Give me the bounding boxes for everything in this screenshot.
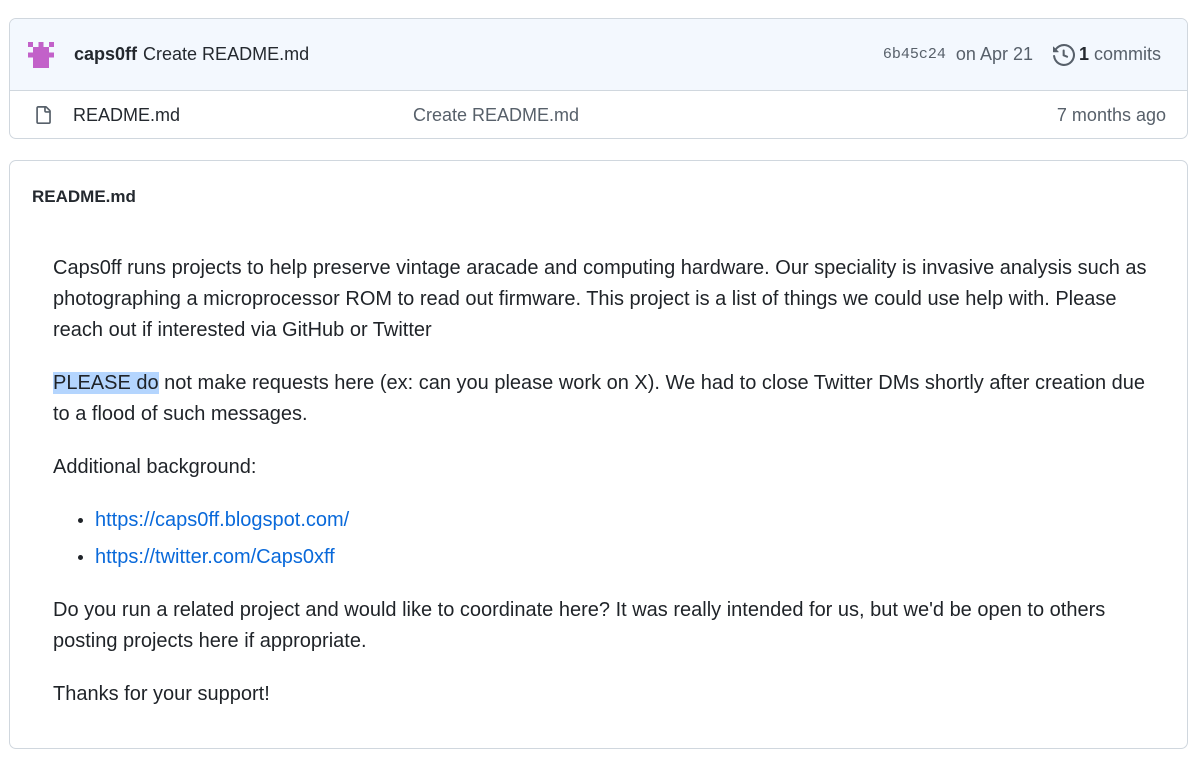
commits-label: commits xyxy=(1094,44,1161,64)
readme-body: Caps0ff runs projects to help preserve v… xyxy=(53,253,1163,732)
thanks-paragraph: Thanks for your support! xyxy=(53,683,270,705)
commit-count: 1 xyxy=(1078,44,1089,64)
file-row: README.md Create README.md 7 months ago xyxy=(10,91,1187,138)
list-item: https://twitter.com/Caps0xff xyxy=(95,542,1163,573)
commit-history-link[interactable]: 1 commits xyxy=(1052,43,1161,66)
background-label: Additional background: xyxy=(53,456,257,478)
twitter-link[interactable]: https://twitter.com/Caps0xff xyxy=(95,546,335,568)
commit-author-link[interactable]: caps0ff xyxy=(74,44,137,65)
please-paragraph-rest: not make requests here (ex: can you plea… xyxy=(53,372,1146,425)
background-links-list: https://caps0ff.blogspot.com/ https://tw… xyxy=(95,505,1163,573)
blog-link[interactable]: https://caps0ff.blogspot.com/ xyxy=(95,509,349,531)
file-commit-message-link[interactable]: Create README.md xyxy=(413,105,579,126)
coordinate-paragraph: Do you run a related project and would l… xyxy=(53,599,1106,652)
readme-title: README.md xyxy=(32,187,136,206)
file-browser: caps0ff Create README.md 6b45c24 on Apr … xyxy=(9,18,1188,139)
history-icon xyxy=(1052,43,1075,66)
list-item: https://caps0ff.blogspot.com/ xyxy=(95,505,1163,536)
selected-text: PLEASE do xyxy=(53,372,159,394)
commit-message-link[interactable]: Create README.md xyxy=(143,44,309,65)
latest-commit-bar: caps0ff Create README.md 6b45c24 on Apr … xyxy=(10,19,1187,91)
file-age: 7 months ago xyxy=(1056,104,1166,125)
avatar[interactable] xyxy=(28,41,54,68)
commit-sha-link[interactable]: 6b45c24 xyxy=(883,46,946,63)
file-icon xyxy=(36,106,51,124)
commit-date: on Apr 21 xyxy=(955,44,1033,64)
file-name-link[interactable]: README.md xyxy=(73,105,180,126)
intro-paragraph: Caps0ff runs projects to help preserve v… xyxy=(53,257,1147,341)
please-paragraph: PLEASE do not make requests here (ex: ca… xyxy=(53,368,1163,430)
readme-panel: README.md Caps0ff runs projects to help … xyxy=(9,160,1188,749)
